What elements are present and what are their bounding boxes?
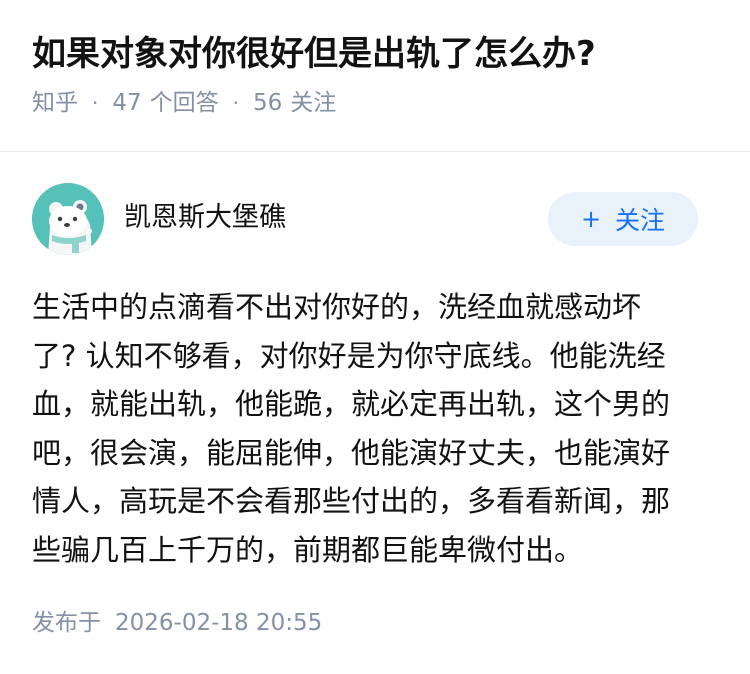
answer-line: 些骗几百上千万的，前期都巨能卑微付出。: [32, 532, 584, 567]
cartoon-bear-avatar-icon: [32, 183, 104, 255]
followers-count: 56: [253, 90, 283, 116]
answer-line: 吧，很会演，能屈能伸，他能演好丈夫，也能演好: [32, 435, 671, 470]
answer-content: 生活中的点滴看不出对你好的，洗经血就感动坏 了? 认知不够看，对你好是为你守底线…: [32, 283, 722, 574]
question-header: 如果对象对你很好但是出轨了怎么办? 知乎 · 47 个回答 · 56 关注: [32, 30, 722, 120]
publish-label: 发布于: [32, 610, 101, 636]
author-name[interactable]: 凯恩斯大堡礁: [124, 199, 286, 237]
answers-label: 个回答: [149, 90, 219, 116]
follow-label: 关注: [615, 206, 666, 235]
followers-label: 关注: [290, 90, 337, 116]
avatar[interactable]: [32, 183, 104, 255]
answer-line: 了? 认知不够看，对你好是为你守底线。他能洗经: [32, 338, 666, 373]
separator-dot: ·: [232, 91, 239, 115]
author-row: 凯恩斯大堡礁 + 关注: [32, 183, 698, 257]
question-meta: 知乎 · 47 个回答 · 56 关注: [32, 86, 722, 120]
answers-count: 47: [112, 90, 142, 116]
follow-button[interactable]: + 关注: [548, 192, 698, 246]
plus-icon: +: [580, 205, 602, 233]
publish-info: 发布于 2026-02-18 20:55: [32, 606, 322, 640]
answer-line: 情人，高玩是不会看那些付出的，多看看新闻，那: [32, 484, 671, 518]
publish-time: 2026-02-18 20:55: [115, 610, 323, 636]
section-divider: [0, 151, 750, 152]
source-label[interactable]: 知乎: [32, 86, 78, 120]
question-title[interactable]: 如果对象对你很好但是出轨了怎么办?: [32, 30, 722, 78]
answer-line: 血，就能出轨，他能跪，就必定再出轨，这个男的: [32, 387, 671, 421]
separator-dot: ·: [92, 91, 99, 115]
answer-line: 生活中的点滴看不出对你好的，洗经血就感动坏: [32, 290, 642, 324]
